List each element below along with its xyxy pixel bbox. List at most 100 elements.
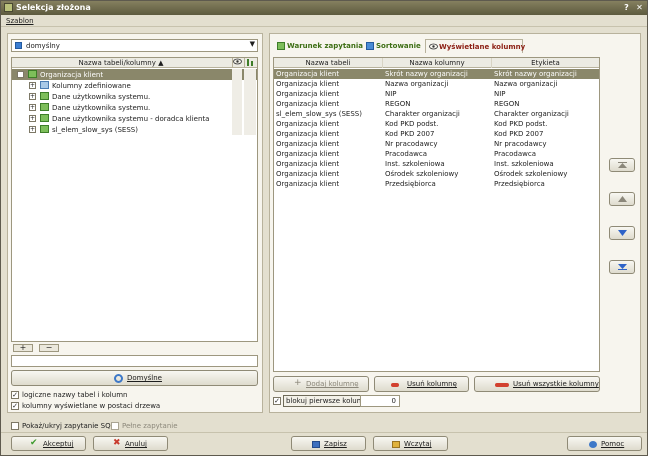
grid-row[interactable]: Organizacja klient Ośrodek szkoleniowy O… [274, 169, 599, 179]
tree-node[interactable]: + sl_elem_slow_sys (SESS) [12, 124, 257, 135]
remove-node-button[interactable]: − [39, 344, 59, 352]
remove-column-button[interactable]: Usuń kolumnę [374, 376, 469, 392]
grid-row[interactable]: Organizacja klient NIP NIP [274, 89, 599, 99]
cell-table: Organizacja klient [276, 100, 340, 108]
column-tree: Nazwa tabeli/kolumny ▲ − Organizacja kli… [11, 57, 258, 342]
tree-filter-input[interactable] [11, 355, 258, 367]
grid-row[interactable]: Organizacja klient Inst. szkoleniowa Ins… [274, 159, 599, 169]
expand-icon[interactable]: + [29, 93, 36, 100]
cell-label[interactable]: Kod PKD podst. [494, 120, 598, 128]
col-header-label[interactable]: Etykieta [492, 59, 599, 67]
help-icon [589, 441, 597, 448]
cell-label[interactable]: Ośrodek szkoleniowy [494, 170, 598, 178]
tab-condition[interactable]: Warunek zapytania [273, 39, 363, 53]
cell-label[interactable]: Skrót nazwy organizacji [494, 70, 598, 78]
cell-column: Pracodawca [385, 150, 427, 158]
move-top-button[interactable] [609, 158, 635, 172]
cell-column: Nazwa organizacji [385, 80, 449, 88]
cell-label[interactable]: Przedsiębiorca [494, 180, 598, 188]
save-button-label: Zapisz [324, 440, 347, 448]
add-node-button[interactable]: + [13, 344, 33, 352]
default-button-label: Domyślne [127, 374, 162, 382]
grid-row[interactable]: Organizacja klient Nr pracodawcy Nr prac… [274, 139, 599, 149]
filter-icon [277, 42, 285, 50]
tree-node[interactable]: + Dane użytkownika systemu. [12, 91, 257, 102]
remove-all-columns-button[interactable]: Usuń wszystkie kolumny [474, 376, 600, 392]
menu-szablon[interactable]: Szablon [6, 17, 34, 25]
tree-header-label[interactable]: Nazwa tabeli/kolumny ▲ [12, 59, 230, 67]
tree-node[interactable]: + Dane użytkownika systemu. [12, 102, 257, 113]
folder-icon [392, 441, 400, 448]
cell-label[interactable]: Kod PKD 2007 [494, 130, 598, 138]
cell-label[interactable]: Nr pracodawcy [494, 140, 598, 148]
filter-cell [244, 80, 256, 91]
col-header-column[interactable]: Nazwa kolumny [383, 59, 491, 67]
move-bottom-icon [618, 264, 627, 270]
cell-label[interactable]: REGON [494, 100, 598, 108]
default-button[interactable]: Domyślne [11, 370, 258, 386]
table-icon [40, 114, 49, 122]
help-button[interactable]: Pomoc [567, 436, 642, 451]
sort-icon [366, 42, 374, 50]
cell-table: Organizacja klient [276, 170, 340, 178]
cell-label[interactable]: Pracodawca [494, 150, 598, 158]
filter-icon [244, 58, 256, 67]
tree-node[interactable]: + Kolumny zdefiniowane [12, 80, 257, 91]
close-icon[interactable]: ✕ [634, 2, 645, 13]
filter-cell [244, 91, 256, 102]
grid-row[interactable]: sl_elem_slow_sys (SESS) Charakter organi… [274, 109, 599, 119]
expand-icon[interactable]: + [29, 126, 36, 133]
show-sql-checkbox[interactable] [11, 422, 19, 430]
save-button[interactable]: Zapisz [291, 436, 366, 451]
remove-column-label: Usuń kolumnę [407, 380, 457, 388]
grid-row[interactable]: Organizacja klient Nazwa organizacji Naz… [274, 79, 599, 89]
full-query-checkbox[interactable] [111, 422, 119, 430]
expand-icon[interactable]: + [29, 82, 36, 89]
template-icon [15, 42, 22, 49]
cell-label[interactable]: Charakter organizacji [494, 110, 598, 118]
expand-icon[interactable]: + [29, 104, 36, 111]
freeze-columns-checkbox[interactable]: ✓ [273, 397, 281, 405]
grid-row[interactable]: Organizacja klient Pracodawca Pracodawca [274, 149, 599, 159]
chevron-down-icon[interactable]: ▼ [250, 40, 255, 48]
load-button[interactable]: Wczytaj [373, 436, 448, 451]
move-up-button[interactable] [609, 192, 635, 206]
cell-label[interactable]: NIP [494, 90, 598, 98]
tree-node[interactable]: + Dane użytkownika systemu - doradca kli… [12, 113, 257, 124]
add-column-button[interactable]: + Dodaj kolumnę [273, 376, 369, 392]
col-header-table[interactable]: Nazwa tabeli [274, 59, 382, 67]
show-sql-label: Pokaż/ukryj zapytanie SQL [22, 422, 115, 430]
logical-names-checkbox[interactable]: ✓ [11, 391, 19, 399]
cancel-button-label: Anuluj [125, 440, 147, 448]
grid-header: Nazwa tabeli Nazwa kolumny Etykieta [274, 58, 599, 68]
expand-icon[interactable]: + [29, 115, 36, 122]
freeze-count-input[interactable]: 0 [360, 395, 400, 407]
tree-node-label: Dane użytkownika systemu - doradca klien… [52, 115, 210, 123]
cell-table: Organizacja klient [276, 80, 340, 88]
tab-sorting[interactable]: Sortowanie [363, 39, 425, 53]
cancel-button[interactable]: ✖ Anuluj [93, 436, 168, 451]
grid-row[interactable]: Organizacja klient Kod PKD podst. Kod PK… [274, 119, 599, 129]
tree-columns-checkbox[interactable]: ✓ [11, 402, 19, 410]
accept-button[interactable]: ✔ Akceptuj [11, 436, 86, 451]
tab-columns-label: Wyświetlane kolumny [439, 43, 526, 51]
add-column-label: Dodaj kolumnę [306, 380, 359, 388]
tab-columns[interactable]: Wyświetlane kolumny [425, 39, 526, 53]
cell-label[interactable]: Inst. szkoleniowa [494, 160, 598, 168]
cell-column: Ośrodek szkoleniowy [385, 170, 459, 178]
cell-label[interactable]: Nazwa organizacji [494, 80, 598, 88]
grid-row[interactable]: Organizacja klient REGON REGON [274, 99, 599, 109]
move-down-button[interactable] [609, 226, 635, 240]
grid-row[interactable]: Organizacja klient Kod PKD 2007 Kod PKD … [274, 129, 599, 139]
grid-row[interactable]: Organizacja klient Przedsiębiorca Przeds… [274, 179, 599, 189]
collapse-icon[interactable]: − [17, 71, 24, 78]
cell-column: Kod PKD podst. [385, 120, 439, 128]
template-combo[interactable]: domyślny ▼ [11, 39, 258, 52]
tree-node-organizacja-klient[interactable]: − Organizacja klient [12, 69, 257, 80]
visibility-cell [232, 91, 242, 102]
move-bottom-button[interactable] [609, 260, 635, 274]
tree-node-label: Dane użytkownika systemu. [52, 93, 151, 101]
help-icon[interactable]: ? [621, 2, 632, 13]
visibility-cell [232, 124, 242, 135]
grid-row[interactable]: Organizacja klient Skrót nazwy organizac… [274, 69, 599, 79]
